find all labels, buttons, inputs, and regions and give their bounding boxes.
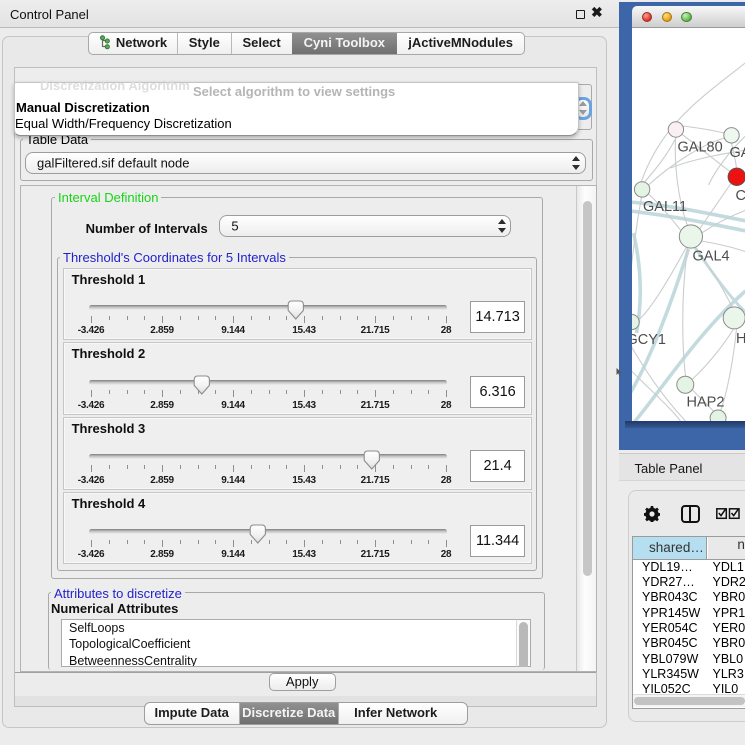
svg-text:GAL11: GAL11 xyxy=(643,199,687,215)
svg-text:C: C xyxy=(735,188,745,204)
svg-text:GA: GA xyxy=(729,145,745,161)
svg-text:GAL80: GAL80 xyxy=(677,140,722,156)
svg-text:GCY1: GCY1 xyxy=(632,332,666,348)
svg-text:GAL4: GAL4 xyxy=(692,249,729,265)
svg-text:HAP2: HAP2 xyxy=(686,395,724,411)
svg-text:H: H xyxy=(736,331,745,347)
